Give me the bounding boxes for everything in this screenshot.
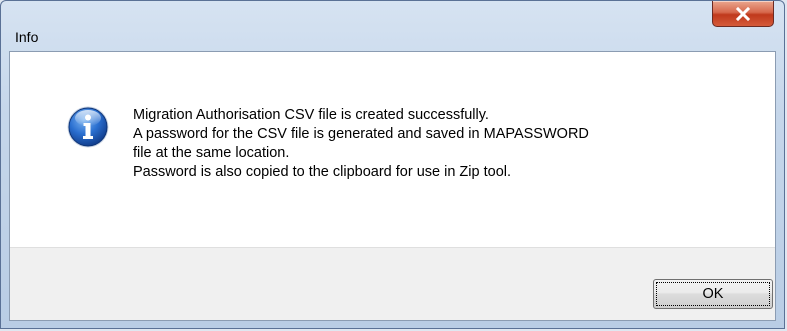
info-dialog-window: Info Migration Authorisation CSV file is… bbox=[0, 0, 785, 329]
info-icon bbox=[66, 105, 110, 149]
title-bar[interactable]: Info bbox=[1, 1, 784, 45]
message-text: Migration Authorisation CSV file is crea… bbox=[133, 106, 753, 182]
dialog-client-area: Migration Authorisation CSV file is crea… bbox=[9, 51, 776, 321]
message-line-2: A password for the CSV file is generated… bbox=[133, 126, 589, 142]
message-area: Migration Authorisation CSV file is crea… bbox=[10, 52, 775, 249]
ok-button[interactable]: OK bbox=[653, 279, 773, 309]
ok-button-label: OK bbox=[656, 282, 770, 306]
button-bar: OK bbox=[10, 247, 775, 320]
message-line-4: Password is also copied to the clipboard… bbox=[133, 164, 512, 180]
close-x-icon bbox=[735, 6, 751, 21]
close-button[interactable] bbox=[712, 1, 774, 27]
message-line-3: file at the same location. bbox=[133, 145, 290, 161]
message-line-1: Migration Authorisation CSV file is crea… bbox=[133, 107, 489, 123]
window-title: Info bbox=[15, 29, 39, 45]
